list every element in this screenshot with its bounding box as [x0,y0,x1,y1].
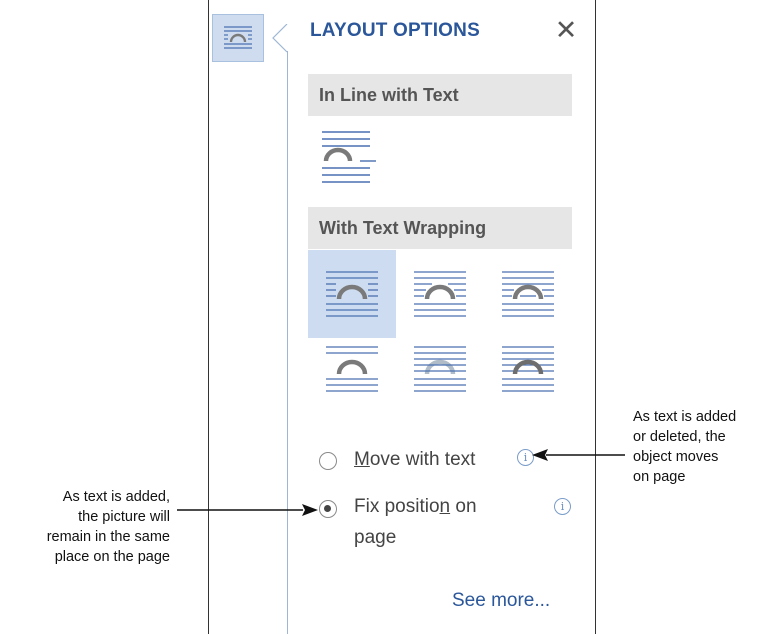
arrowhead-left [532,449,548,461]
arrowhead-right [302,504,318,516]
callout-arrows [177,449,625,516]
